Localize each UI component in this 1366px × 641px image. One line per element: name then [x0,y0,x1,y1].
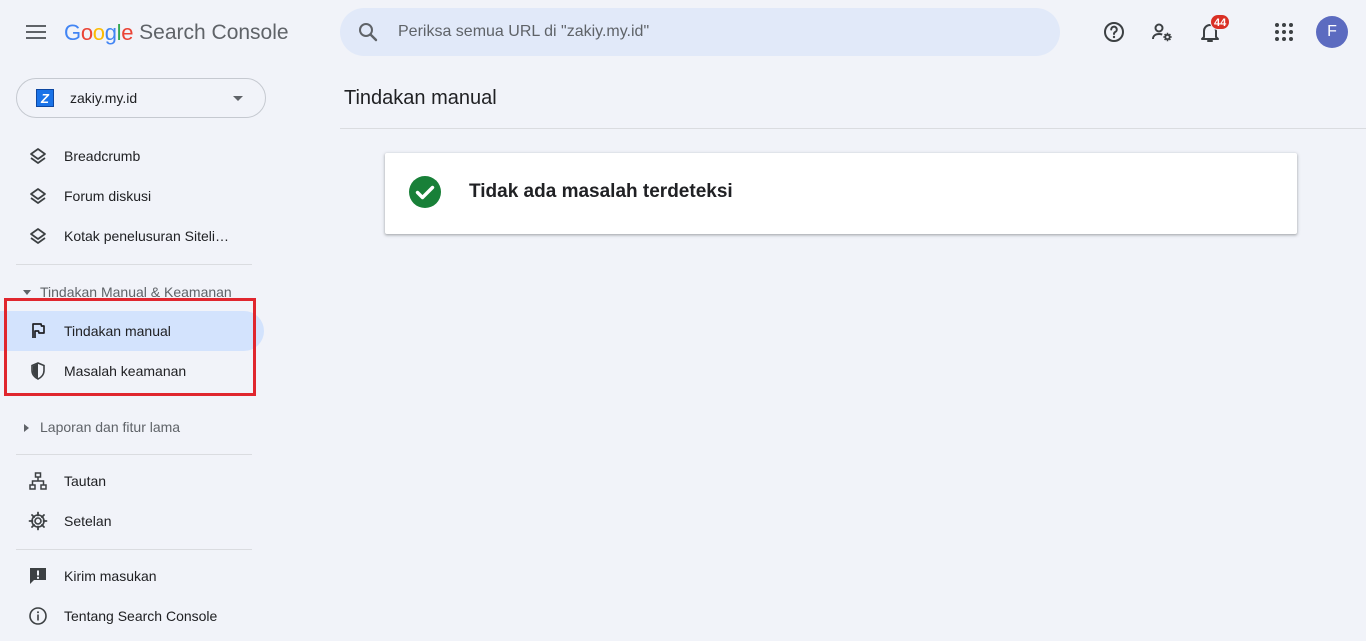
logo-letter: g [104,20,117,45]
sidebar-item-breadcrumb[interactable]: Breadcrumb [0,136,264,176]
logo-letter: o [80,20,93,45]
sidebar-item-about[interactable]: Tentang Search Console [0,596,264,636]
sidebar-item-label: Tentang Search Console [64,608,218,624]
section-label: Laporan dan fitur lama [40,419,181,435]
sidebar-item-label: Setelan [64,513,112,529]
menu-icon[interactable] [20,16,52,48]
sidebar-item-forum[interactable]: Forum diskusi [0,176,264,216]
caret-right-icon [24,424,29,432]
search-input[interactable] [398,23,998,41]
search-bar[interactable] [340,8,1060,56]
layers-icon [28,146,48,166]
highlight-annotation-box [4,298,256,396]
manage-users-icon[interactable] [1146,16,1178,48]
layers-icon [28,186,48,206]
sidebar-item-links[interactable]: Tautan [0,461,264,501]
info-icon [28,606,48,626]
account-avatar[interactable]: F [1316,16,1348,48]
notification-badge: 44 [1210,14,1231,30]
feedback-icon [28,566,48,586]
help-icon[interactable] [1098,16,1130,48]
status-message: Tidak ada masalah terdeteksi [469,181,733,202]
sidebar-item-label: Breadcrumb [64,148,141,164]
logo-letter: o [92,20,105,45]
sidebar-item-settings[interactable]: Setelan [0,501,264,541]
property-selector[interactable]: Z zakiy.my.id [16,78,266,118]
sidebar-item-label: Kotak penelusuran Siteli… [64,228,229,244]
app-logo[interactable]: Google Search Console [64,18,289,48]
google-wordmark: Google [64,20,133,46]
check-circle-icon [408,175,442,209]
logo-letter: e [121,20,134,45]
gear-icon [28,511,48,531]
apps-grid-icon[interactable] [1268,16,1300,48]
sidebar-divider [16,454,252,455]
sidebar-divider [16,549,252,550]
product-name: Search Console [139,21,289,44]
property-favicon: Z [36,89,54,107]
app-header: Google Search Console 44 F [0,0,1366,64]
title-divider [340,128,1366,129]
layers-icon [28,226,48,246]
sidebar-divider [16,264,252,265]
sidebar-item-send-feedback[interactable]: Kirim masukan [0,556,264,596]
chevron-down-icon [233,96,243,101]
caret-down-icon [23,290,31,295]
notifications-icon[interactable]: 44 [1194,14,1231,48]
status-card: Tidak ada masalah terdeteksi [385,153,1297,234]
sidebar-item-label: Tautan [64,473,107,489]
sidebar-item-sitelinks-searchbox[interactable]: Kotak penelusuran Siteli… [0,216,264,256]
logo-letter: G [64,20,81,45]
sitemap-icon [28,471,48,491]
search-icon[interactable] [356,20,380,44]
section-legacy-reports[interactable]: Laporan dan fitur lama [0,415,260,439]
page-title: Tindakan manual [344,87,497,109]
sidebar-item-label: Kirim masukan [64,568,157,584]
property-name: zakiy.my.id [70,90,138,106]
sidebar-item-label: Forum diskusi [64,188,152,204]
